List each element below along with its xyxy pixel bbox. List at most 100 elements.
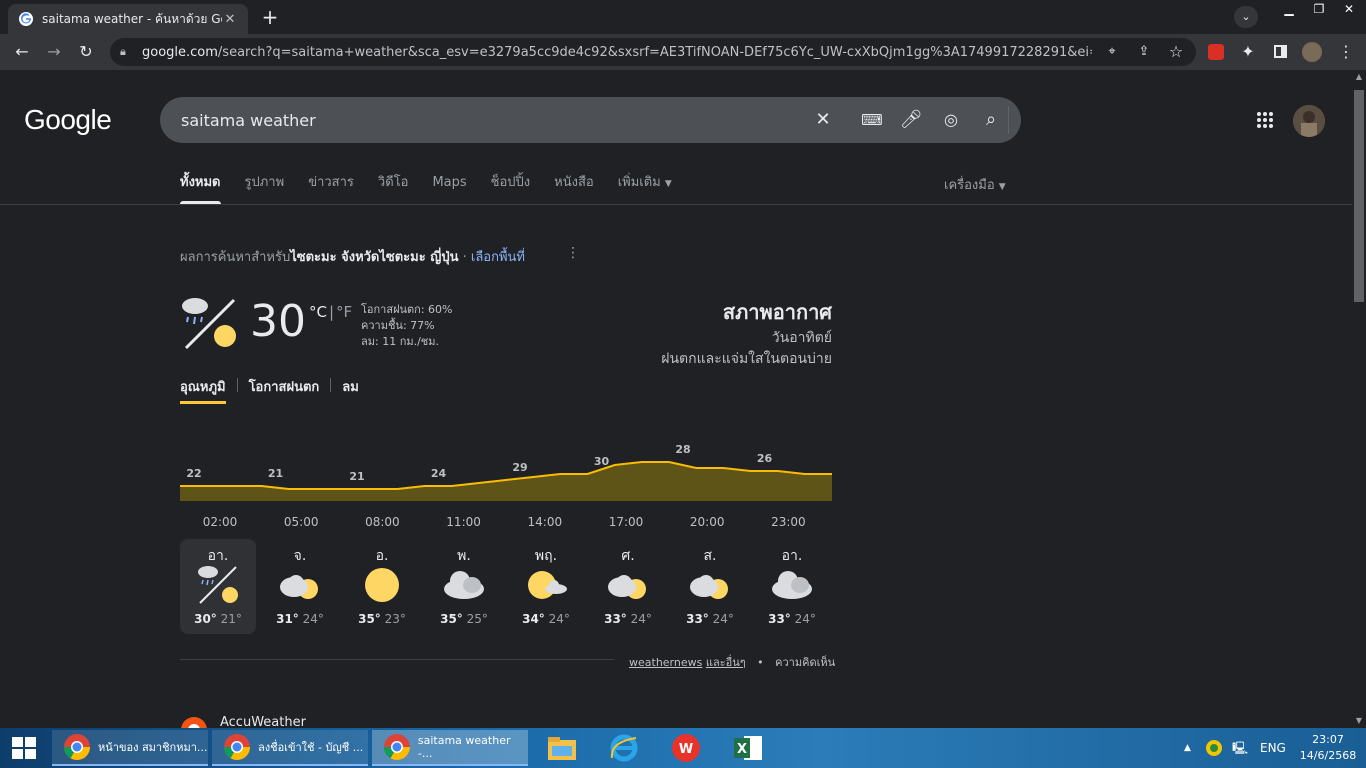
forecast-temps: 33° 24° [604, 612, 652, 626]
cloudy-sun-icon [608, 575, 646, 599]
forecast-day-name: พฤ. [534, 548, 558, 564]
forecast-day-name: อา. [781, 548, 803, 564]
share-icon[interactable]: ⇪ [1132, 40, 1156, 64]
keyboard-icon[interactable]: ⌨ [859, 107, 885, 133]
data-label: 24 [431, 467, 447, 480]
account-avatar[interactable] [1293, 105, 1325, 137]
taskbar-chrome-window-2[interactable]: ลงชื่อเข้าใช้ - บัญชี ... [212, 730, 368, 766]
internet-explorer-icon[interactable] [608, 732, 640, 764]
google-logo[interactable]: Google [24, 104, 112, 136]
tray-app-icon[interactable] [1204, 738, 1224, 758]
forward-button[interactable]: → [42, 40, 66, 64]
tab-shopping[interactable]: ช็อปปิ้ง [491, 168, 530, 204]
feedback-link[interactable]: ความคิดเห็น [775, 656, 835, 669]
back-button[interactable]: ← [10, 40, 34, 64]
forecast-day[interactable]: ส. 33° 24° [672, 539, 748, 634]
svg-text:W: W [679, 742, 693, 757]
hour-tick-label: 23:00 [771, 515, 806, 529]
chrome-icon [223, 734, 251, 761]
tab-precipitation[interactable]: โอกาสฝนตก [249, 376, 320, 404]
scroll-down-icon[interactable]: ▼ [1352, 714, 1366, 728]
file-explorer-icon[interactable] [546, 732, 578, 764]
more-options-icon[interactable]: ⋮ [566, 245, 580, 261]
microphone-icon[interactable]: 🎤︎ [898, 107, 924, 133]
search-icon[interactable]: ⌕ [978, 107, 1004, 133]
hour-tick-label: 05:00 [283, 515, 319, 529]
data-label: 21 [268, 467, 283, 480]
celsius-unit[interactable]: °C [309, 303, 327, 321]
forecast-day[interactable]: อา. 30° 21° [180, 539, 256, 634]
language-indicator[interactable]: ENG [1260, 728, 1286, 768]
forecast-day[interactable]: พฤ. 34° 24° [508, 539, 584, 634]
weather-description: ฝนตกและแจ่มใสในตอนบ่าย [661, 351, 832, 367]
bookmark-star-icon[interactable]: ☆ [1164, 40, 1188, 64]
svg-text:X: X [737, 742, 747, 757]
forecast-day-name: อ. [375, 548, 389, 564]
tab-search-button[interactable]: ⌄ [1234, 6, 1258, 28]
forecast-day[interactable]: พ. 35° 25° [426, 539, 502, 634]
clear-icon[interactable]: ✕ [810, 107, 836, 133]
search-input[interactable]: saitama weather ✕ ⌨ 🎤︎ ◎ ⌕ [160, 97, 1021, 143]
forecast-day[interactable]: อา. 33° 24° [754, 539, 830, 634]
tab-news[interactable]: ข่าวสาร [308, 168, 354, 204]
source-link[interactable]: weathernews [629, 656, 702, 669]
forecast-day[interactable]: ศ. 33° 24° [590, 539, 666, 634]
clock-date: 14/6/2568 [1299, 749, 1357, 762]
profile-avatar[interactable] [1300, 40, 1324, 64]
url-text: google.com/search?q=saitama+weather&sca_… [142, 44, 1092, 60]
windows-start-icon[interactable] [0, 728, 48, 768]
tab-books[interactable]: หนังสือ [554, 168, 594, 204]
hour-ticks: 02:00 05:00 08:00 11:00 14:00 17:00 20:00 23:00 [180, 515, 832, 531]
more-sources-link[interactable]: และอื่นๆ [706, 656, 746, 669]
new-tab-button[interactable]: + [258, 6, 282, 30]
tab-wind[interactable]: ลม [342, 376, 359, 404]
chrome-icon [383, 734, 410, 760]
system-clock[interactable]: 23:07 14/6/2568 [1296, 732, 1360, 764]
fahrenheit-unit[interactable]: °F [336, 303, 352, 321]
search-divider [1008, 106, 1009, 134]
close-window-button[interactable]: ✕ [1334, 0, 1364, 18]
wps-office-icon[interactable]: W [670, 732, 702, 764]
results-for-line: ผลการค้นหาสำหรับไซตะมะ จังหวัดไซตะมะ ญี่… [180, 250, 525, 265]
camera-lens-icon[interactable]: ◎ [938, 107, 964, 133]
extension-icon[interactable] [1204, 40, 1228, 64]
tab-temperature[interactable]: อุณหภูมิ [180, 376, 226, 404]
browser-menu-icon[interactable]: ⋮ [1334, 40, 1358, 64]
forecast-day[interactable]: จ. 31° 24° [262, 539, 338, 634]
forecast-temps: 33° 24° [686, 612, 734, 626]
tools-button[interactable]: เครื่องมือ ▼ [944, 174, 1006, 195]
windows-taskbar: หน้าของ สมาชิกหมา... ลงชื่อเข้าใช้ - บัญ… [0, 728, 1366, 768]
taskbar-chrome-window-1[interactable]: หน้าของ สมาชิกหมา... [52, 730, 208, 766]
apps-grid-icon[interactable] [1256, 111, 1274, 129]
network-icon[interactable]: 🖳︎ [1232, 728, 1248, 768]
browser-tab[interactable]: saitama weather - ค้นหาด้วย Google ✕ [8, 4, 248, 34]
forecast-day-name: อา. [207, 548, 229, 564]
excel-icon[interactable]: X [732, 732, 764, 764]
tab-maps[interactable]: Maps [432, 168, 466, 204]
scroll-thumb[interactable] [1354, 90, 1364, 302]
forecast-day[interactable]: อ. 35° 23° [344, 539, 420, 634]
page-scrollbar[interactable]: ▲ ▼ [1352, 70, 1366, 728]
forecast-temps: 34° 24° [522, 612, 570, 626]
current-temperature: 30 [250, 296, 306, 347]
choose-area-link[interactable]: เลือกพื้นที่ [471, 250, 525, 265]
tab-all[interactable]: ทั้งหมด [180, 168, 221, 204]
minimize-button[interactable]: ▁ [1274, 0, 1304, 18]
location-icon[interactable]: ⌖ [1100, 40, 1124, 64]
nav-divider [0, 204, 1352, 205]
tray-chevron-icon[interactable]: ▲ [1184, 728, 1191, 768]
side-panel-icon[interactable] [1268, 40, 1292, 64]
reload-button[interactable]: ↻ [74, 40, 98, 64]
address-bar[interactable]: 🔒︎ google.com/search?q=saitama+weather&s… [110, 38, 1196, 66]
scroll-up-icon[interactable]: ▲ [1352, 70, 1366, 84]
tab-images[interactable]: รูปภาพ [245, 168, 285, 204]
unit-toggle[interactable]: °C | °F [309, 303, 352, 321]
extensions-puzzle-icon[interactable]: ✦ [1236, 40, 1260, 64]
tab-close-icon[interactable]: ✕ [222, 12, 238, 27]
tab-videos[interactable]: วิดีโอ [378, 168, 409, 204]
card-divider [180, 659, 614, 660]
cloudy-icon [772, 571, 812, 599]
taskbar-chrome-window-3[interactable]: saitama weather -... [372, 730, 528, 766]
restore-button[interactable]: ❐ [1304, 0, 1334, 18]
tab-more[interactable]: เพิ่มเติม ▼ [618, 168, 672, 204]
